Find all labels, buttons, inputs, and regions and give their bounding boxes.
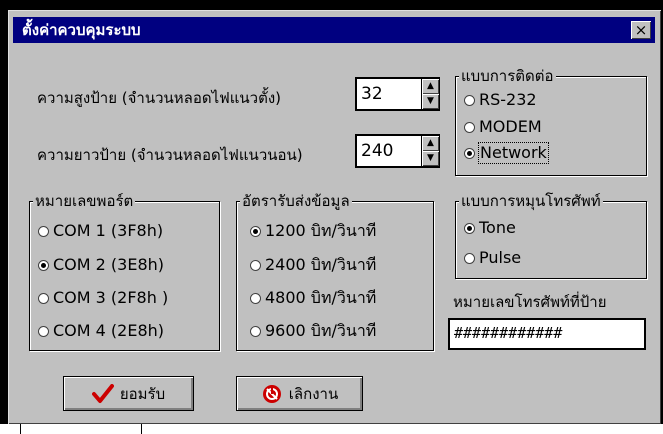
ok-button-label: ยอมรับ	[119, 384, 166, 403]
close-button[interactable]: ×	[631, 21, 651, 39]
radio-indicator	[38, 325, 49, 337]
width-label: ความยาวป้าย (จำนวนหลอดไฟแนวนอน)	[37, 146, 303, 164]
radio-indicator	[250, 225, 261, 237]
radio-indicator	[464, 121, 475, 133]
cancel-button-label: เลิกงาน	[288, 384, 339, 403]
width-value[interactable]: 240	[359, 138, 395, 164]
radio-label: MODEM	[479, 117, 542, 136]
width-spinner[interactable]: 240 ▲ ▼	[355, 134, 440, 168]
radio-label: Pulse	[479, 248, 522, 267]
radio-label: 4800 บิท/วินาที	[265, 288, 377, 307]
radio-1200[interactable]: 1200 บิท/วินาที	[250, 221, 376, 241]
radio-label: RS-232	[479, 90, 537, 109]
stop-icon	[262, 384, 281, 403]
height-label: ความสูงป้าย (จำนวนหลอดไฟแนวตั้ง)	[37, 89, 281, 107]
height-spin-buttons: ▲ ▼	[421, 79, 439, 109]
radio-label: Tone	[479, 218, 516, 237]
radio-indicator	[38, 225, 49, 237]
width-spin-buttons: ▲ ▼	[421, 136, 439, 166]
radio-label: 2400 บิท/วินาที	[265, 255, 377, 274]
radio-2400[interactable]: 2400 บิท/วินาที	[250, 255, 376, 275]
cancel-button[interactable]: เลิกงาน	[236, 376, 363, 411]
radio-indicator	[38, 259, 49, 271]
height-up-button[interactable]: ▲	[422, 79, 439, 94]
arrow-down-icon: ▼	[427, 96, 434, 106]
dial-group-title: แบบการหมุนโทรศัพท์	[459, 192, 603, 210]
radio-com2[interactable]: COM 2 (3E8h)	[38, 255, 164, 275]
radio-com4[interactable]: COM 4 (2E8h)	[38, 321, 164, 341]
radio-label: COM 3 (2F8h )	[53, 288, 169, 307]
arrow-up-icon: ▲	[427, 81, 434, 91]
radio-indicator	[464, 252, 475, 264]
radio-label: COM 2 (3E8h)	[53, 255, 165, 274]
radio-indicator	[464, 222, 475, 234]
radio-indicator	[250, 292, 261, 304]
close-icon: ×	[634, 21, 648, 39]
radio-com3[interactable]: COM 3 (2F8h )	[38, 288, 168, 308]
port-group-title: หมายเลขพอร์ต	[33, 192, 136, 210]
radio-label: 1200 บิท/วินาที	[265, 221, 377, 240]
radio-pulse[interactable]: Pulse	[464, 248, 521, 268]
height-value[interactable]: 32	[359, 81, 385, 107]
radio-label: Network	[478, 142, 549, 164]
baud-group-title: อัตรารับส่งข้อมูล	[240, 192, 352, 210]
radio-indicator	[38, 292, 49, 304]
background-tab	[20, 424, 142, 434]
phone-input[interactable]: ############	[448, 318, 646, 350]
radio-rs232[interactable]: RS-232	[464, 90, 537, 110]
arrow-up-icon: ▲	[427, 138, 434, 148]
connection-group-title: แบบการติดต่อ	[459, 67, 556, 85]
height-down-button[interactable]: ▼	[422, 94, 439, 109]
radio-modem[interactable]: MODEM	[464, 117, 542, 137]
arrow-down-icon: ▼	[427, 153, 434, 163]
radio-indicator	[464, 94, 475, 106]
radio-com1[interactable]: COM 1 (3F8h)	[38, 221, 163, 241]
checkmark-icon	[91, 383, 114, 403]
radio-9600[interactable]: 9600 บิท/วินาที	[250, 321, 376, 341]
radio-label: 9600 บิท/วินาที	[265, 321, 377, 340]
radio-indicator	[250, 259, 261, 271]
width-up-button[interactable]: ▲	[422, 136, 439, 151]
radio-network[interactable]: Network	[464, 142, 549, 164]
ok-button[interactable]: ยอมรับ	[63, 376, 194, 411]
radio-label: COM 4 (2E8h)	[53, 321, 165, 340]
radio-label: COM 1 (3F8h)	[53, 221, 164, 240]
radio-indicator	[250, 325, 261, 337]
radio-tone[interactable]: Tone	[464, 218, 516, 238]
radio-4800[interactable]: 4800 บิท/วินาที	[250, 288, 376, 308]
phone-label: หมายเลขโทรศัพท์ที่ป้าย	[453, 293, 607, 311]
radio-indicator	[464, 147, 475, 159]
width-down-button[interactable]: ▼	[422, 151, 439, 166]
window-title: ตั้งค่าควบคุมระบบ	[22, 21, 141, 39]
height-spinner[interactable]: 32 ▲ ▼	[355, 77, 440, 111]
